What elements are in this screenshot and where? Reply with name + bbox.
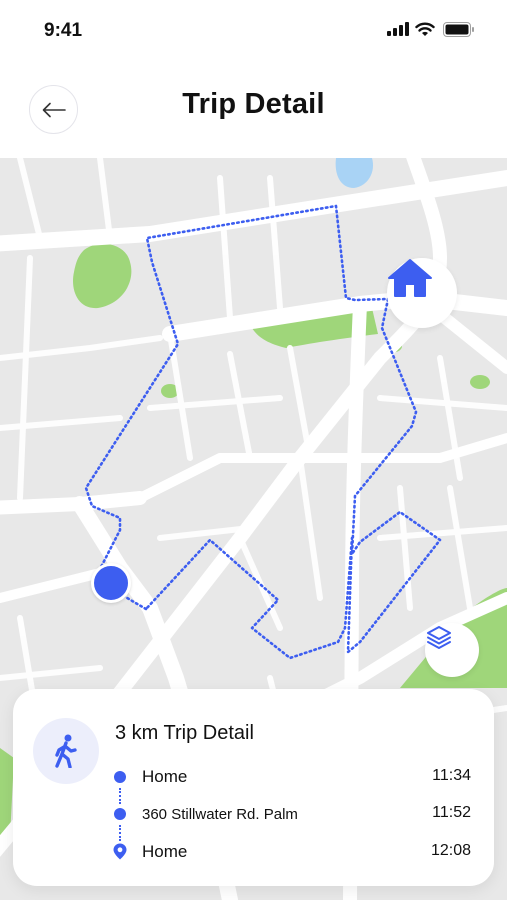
stop-time: 11:52	[432, 804, 471, 821]
park-area	[470, 375, 490, 389]
stop-dot-icon	[114, 771, 126, 783]
home-icon	[388, 259, 432, 297]
trip-stop-start[interactable]: Home 11:34	[111, 765, 471, 789]
layers-icon	[427, 626, 451, 649]
walk-badge	[33, 718, 99, 784]
header: Trip Detail	[0, 60, 507, 158]
wifi-icon	[415, 22, 435, 36]
signal-icon	[387, 22, 409, 36]
stop-name: 360 Stillwater Rd. Palm	[142, 806, 298, 823]
status-bar: 9:41	[0, 0, 507, 60]
trip-detail-card: 3 km Trip Detail Home 11:34 360 Stillwat…	[13, 689, 494, 886]
trip-stop-middle[interactable]: 360 Stillwater Rd. Palm 11:52	[111, 802, 471, 826]
current-location-marker	[91, 563, 131, 603]
walking-person-icon	[55, 734, 77, 768]
trip-title: 3 km Trip Detail	[115, 722, 254, 744]
layers-button[interactable]	[425, 623, 479, 677]
stop-name: Home	[142, 842, 188, 861]
stop-time: 11:34	[432, 767, 471, 784]
location-pin-icon	[113, 843, 127, 860]
home-marker[interactable]	[387, 258, 457, 328]
trip-stop-end[interactable]: Home 12:08	[111, 840, 471, 864]
stop-time: 12:08	[430, 842, 471, 859]
stop-dot-icon	[114, 808, 126, 820]
battery-icon	[443, 22, 474, 37]
stop-connector	[119, 825, 121, 841]
page-title: Trip Detail	[182, 88, 325, 120]
status-time: 9:41	[44, 20, 83, 41]
stop-name: Home	[142, 767, 188, 786]
status-icons	[387, 22, 477, 38]
